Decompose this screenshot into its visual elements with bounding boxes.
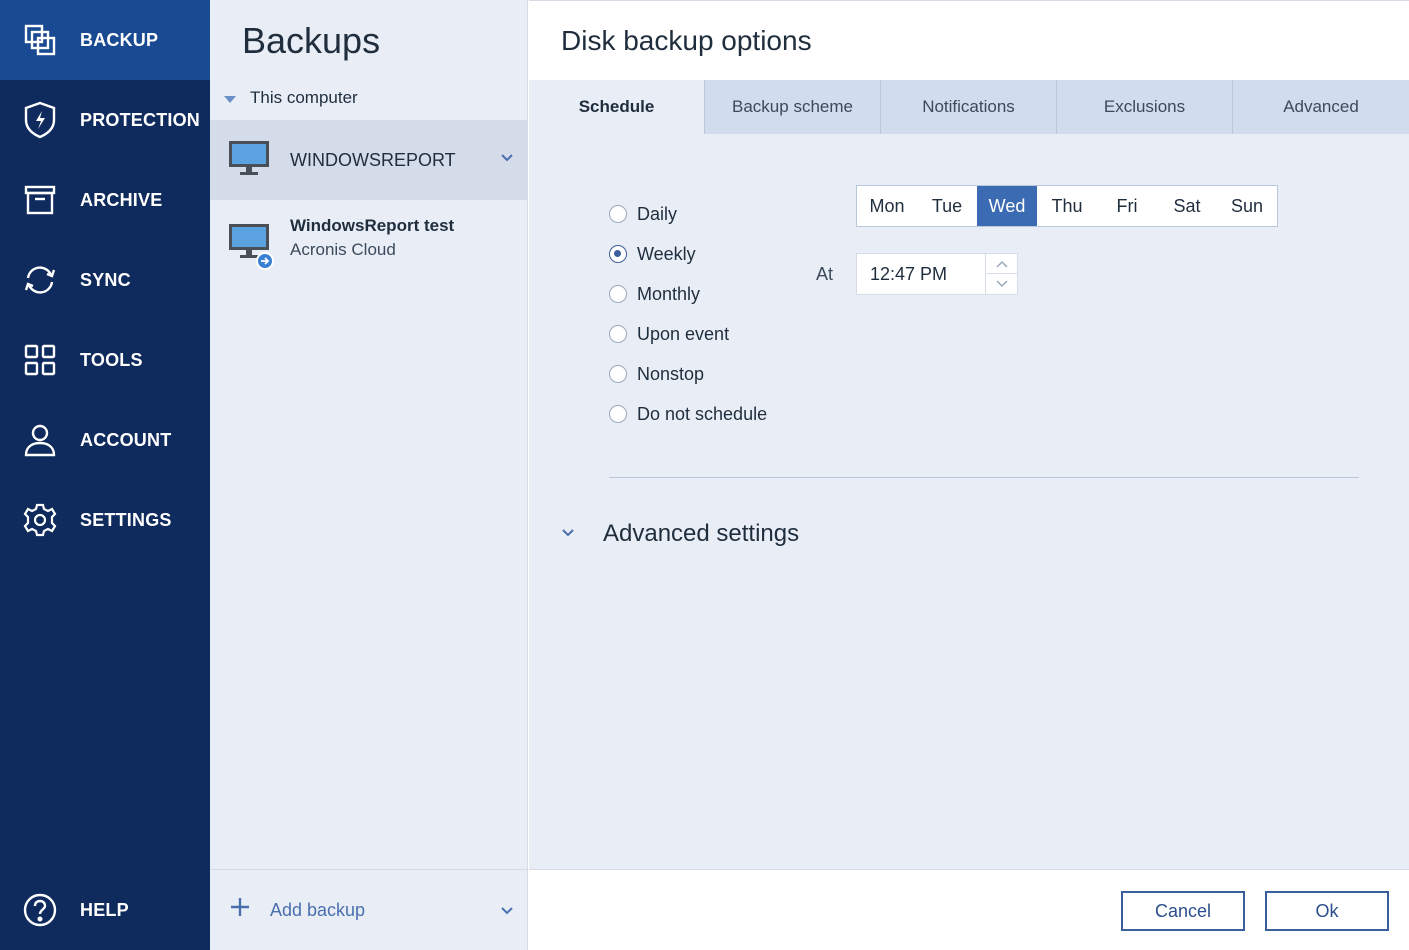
gear-icon bbox=[0, 503, 80, 537]
computer-icon bbox=[228, 139, 270, 182]
nav-label: SETTINGS bbox=[80, 509, 172, 530]
time-spinner bbox=[985, 254, 1017, 294]
options-tabs: Schedule Backup scheme Notifications Exc… bbox=[529, 80, 1409, 134]
schedule-options: Daily Weekly Monthly Upon event Nonstop … bbox=[609, 194, 767, 434]
at-label: At bbox=[816, 264, 834, 284]
chevron-down-icon[interactable] bbox=[500, 150, 514, 168]
time-input[interactable] bbox=[857, 254, 987, 294]
nav-label: ARCHIVE bbox=[80, 189, 163, 210]
nav-label: HELP bbox=[80, 899, 129, 920]
radio-circle bbox=[609, 285, 627, 303]
account-icon bbox=[0, 423, 80, 457]
nav-account[interactable]: ACCOUNT bbox=[0, 400, 210, 480]
day-thu[interactable]: Thu bbox=[1037, 186, 1097, 226]
plus-icon bbox=[230, 897, 250, 922]
nav-backup[interactable]: BACKUP bbox=[0, 0, 210, 80]
radio-circle bbox=[609, 405, 627, 423]
nav-label: ACCOUNT bbox=[80, 429, 172, 450]
tab-advanced[interactable]: Advanced bbox=[1233, 80, 1409, 134]
radio-label: Weekly bbox=[637, 243, 696, 264]
radio-circle bbox=[609, 325, 627, 343]
radio-label: Daily bbox=[637, 203, 678, 224]
spin-up-icon[interactable] bbox=[986, 254, 1017, 274]
tab-backup-scheme[interactable]: Backup scheme bbox=[705, 80, 881, 134]
day-sat[interactable]: Sat bbox=[1157, 186, 1217, 226]
nav-settings[interactable]: SETTINGS bbox=[0, 480, 210, 560]
nav-protection[interactable]: PROTECTION bbox=[0, 80, 210, 160]
sync-icon bbox=[0, 264, 80, 296]
collapse-triangle-icon bbox=[224, 95, 236, 103]
group-label: This computer bbox=[250, 88, 358, 107]
backup-item-windowsreport-test[interactable]: WindowsReport test Acronis Cloud bbox=[210, 200, 528, 280]
radio-circle-selected bbox=[609, 245, 627, 263]
chevron-down-icon[interactable] bbox=[500, 903, 514, 921]
radio-do-not-schedule[interactable]: Do not schedule bbox=[609, 394, 767, 434]
nav-sync[interactable]: SYNC bbox=[0, 240, 210, 320]
radio-nonstop[interactable]: Nonstop bbox=[609, 354, 767, 394]
backup-item-windowsreport[interactable]: WINDOWSREPORT bbox=[210, 120, 528, 200]
nav-tools[interactable]: TOOLS bbox=[0, 320, 210, 400]
add-backup-button[interactable]: Add backup bbox=[210, 869, 528, 950]
tab-exclusions[interactable]: Exclusions bbox=[1057, 80, 1233, 134]
computer-cloud-icon bbox=[228, 222, 274, 275]
nav-label: BACKUP bbox=[80, 29, 159, 50]
nav-label: TOOLS bbox=[80, 349, 143, 370]
ok-button[interactable]: Ok bbox=[1265, 891, 1389, 931]
backup-icon bbox=[0, 23, 80, 57]
backups-panel: Backups This computer WINDOWSREPORT Wind… bbox=[210, 0, 528, 950]
radio-label: Monthly bbox=[637, 283, 701, 304]
radio-upon-event[interactable]: Upon event bbox=[609, 314, 767, 354]
backup-text: WindowsReport test Acronis Cloud bbox=[290, 216, 454, 260]
options-panel: Disk backup options Schedule Backup sche… bbox=[529, 0, 1409, 950]
radio-weekly[interactable]: Weekly bbox=[609, 234, 767, 274]
spin-down-icon[interactable] bbox=[986, 274, 1017, 294]
weekday-selector: Mon Tue Wed Thu Fri Sat Sun bbox=[856, 185, 1278, 227]
day-sun[interactable]: Sun bbox=[1217, 186, 1277, 226]
radio-label: Nonstop bbox=[637, 363, 705, 384]
options-header: Disk backup options bbox=[529, 0, 1409, 80]
day-mon[interactable]: Mon bbox=[857, 186, 917, 226]
options-title: Disk backup options bbox=[561, 25, 812, 56]
chevron-down-icon bbox=[561, 525, 575, 543]
day-fri[interactable]: Fri bbox=[1097, 186, 1157, 226]
dialog-footer: Cancel Ok bbox=[529, 869, 1409, 950]
day-wed[interactable]: Wed bbox=[977, 186, 1037, 226]
backup-name: WINDOWSREPORT bbox=[290, 149, 456, 170]
main-navigation: BACKUP PROTECTION ARCHIVE SYNC TOOLS ACC… bbox=[0, 0, 210, 950]
tab-schedule[interactable]: Schedule bbox=[529, 80, 705, 134]
nav-help[interactable]: HELP bbox=[0, 870, 210, 950]
help-icon bbox=[0, 893, 80, 927]
section-divider bbox=[609, 477, 1359, 478]
radio-daily[interactable]: Daily bbox=[609, 194, 767, 234]
nav-label: SYNC bbox=[80, 269, 131, 290]
backup-name: WindowsReport test bbox=[290, 216, 455, 235]
radio-monthly[interactable]: Monthly bbox=[609, 274, 767, 314]
add-backup-label: Add backup bbox=[270, 899, 366, 920]
tools-icon bbox=[0, 344, 80, 376]
day-tue[interactable]: Tue bbox=[917, 186, 977, 226]
nav-archive[interactable]: ARCHIVE bbox=[0, 160, 210, 240]
advanced-settings-label: Advanced settings bbox=[603, 520, 800, 547]
cancel-button[interactable]: Cancel bbox=[1121, 891, 1245, 931]
nav-label: PROTECTION bbox=[80, 109, 201, 130]
radio-circle bbox=[609, 205, 627, 223]
radio-label: Do not schedule bbox=[637, 403, 768, 424]
archive-icon bbox=[0, 184, 80, 216]
radio-circle bbox=[609, 365, 627, 383]
shield-icon bbox=[0, 101, 80, 139]
advanced-settings-toggle[interactable]: Advanced settings bbox=[561, 520, 799, 548]
backup-destination: Acronis Cloud bbox=[290, 240, 396, 259]
time-picker bbox=[856, 253, 1018, 295]
backups-title: Backups bbox=[242, 20, 381, 61]
group-this-computer[interactable]: This computer bbox=[224, 88, 358, 108]
tab-notifications[interactable]: Notifications bbox=[881, 80, 1057, 134]
radio-label: Upon event bbox=[637, 323, 730, 344]
